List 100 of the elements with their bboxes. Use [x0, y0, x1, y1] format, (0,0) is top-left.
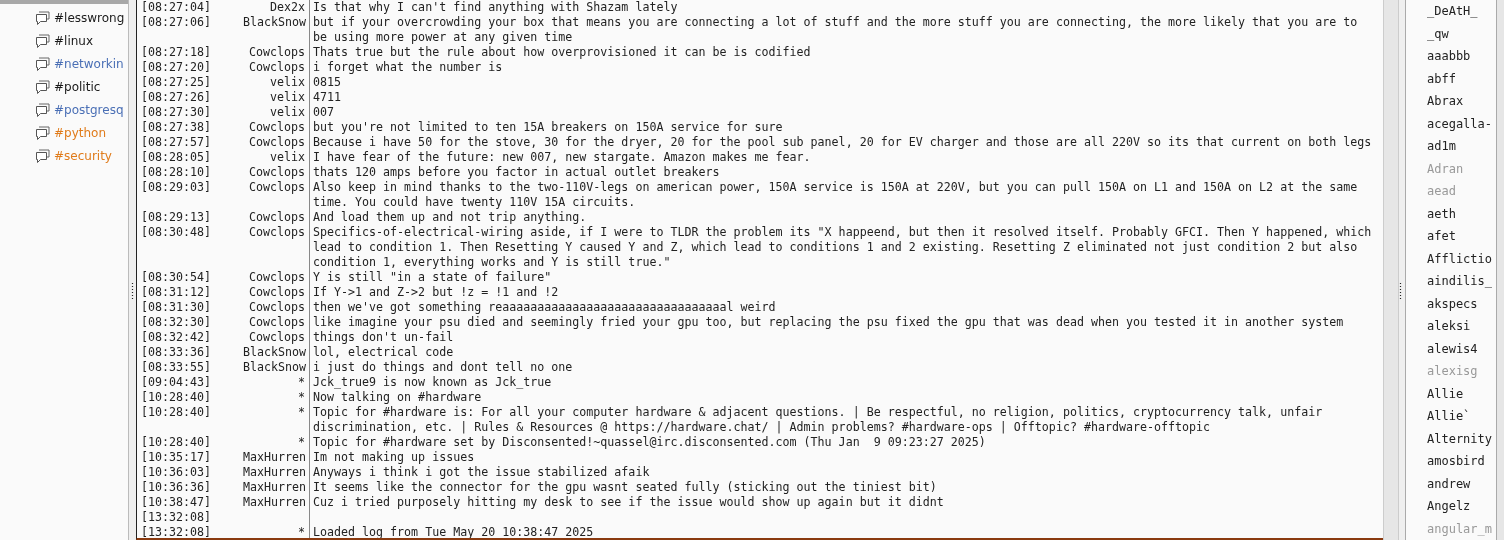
message-text: And load them up and not trip anything. — [313, 210, 587, 224]
message-text: 0815 — [313, 75, 342, 89]
message-text: Y is still "in a state of failure" — [313, 270, 552, 284]
channel-item[interactable]: #politic — [0, 75, 128, 98]
timestamp: [08:27:57] — [140, 135, 213, 150]
scrollbar[interactable] — [1383, 0, 1399, 540]
timestamp: [08:29:03] — [140, 180, 213, 196]
message-text: lol, electrical code — [313, 345, 454, 359]
channel-item[interactable]: #networkin — [0, 52, 128, 75]
user-nick[interactable]: ad1m — [1406, 135, 1496, 158]
message-text: Thats true but the rule about how overprovisioned it can be is codified — [313, 45, 811, 59]
message-sender: Cowclops — [248, 165, 305, 179]
message-text: Anyways i think i got the issue stabilized afaik — [313, 465, 650, 479]
message-sender: Cowclops — [248, 300, 305, 314]
message-sender: MaxHurren — [243, 495, 307, 509]
message-text: i forget what the number is — [313, 60, 503, 74]
channel-item[interactable]: #postgresq — [0, 98, 128, 121]
user-nick[interactable]: Abrax — [1406, 90, 1496, 113]
chat-bubbles-icon — [35, 125, 50, 140]
chat-bubbles-icon — [35, 102, 50, 117]
user-nick[interactable]: Alternity — [1406, 427, 1496, 450]
message-text: Im not making up issues — [313, 450, 475, 464]
user-nick[interactable]: aaabbb — [1406, 45, 1496, 68]
message-sender: velix — [269, 75, 305, 89]
user-nick[interactable]: aeth — [1406, 202, 1496, 225]
splitter-handle-icon[interactable] — [131, 283, 134, 301]
timestamp: [08:27:20] — [140, 60, 213, 75]
message-text: but if your overcrowding your box that means you are connecting a lot of stuff and the more stuff you are connecting, the more likely that you are to be using more power at any given time — [313, 15, 1359, 44]
chat-bubbles-icon — [35, 10, 50, 25]
user-nick[interactable]: _DeAtH_ — [1406, 0, 1496, 23]
message-text: Is that why I can't find anything with Shazam lately — [313, 0, 678, 14]
message-sender: velix — [269, 90, 305, 104]
timestamp: [08:27:38] — [140, 120, 213, 135]
message-sender: BlackSnow — [243, 360, 307, 374]
timestamp: [10:36:36] — [140, 480, 213, 495]
timestamp: [10:38:47] — [140, 495, 213, 510]
timestamp: [08:30:48] — [140, 225, 213, 241]
user-nick[interactable]: _qw — [1406, 22, 1496, 45]
message-sender: Cowclops — [248, 270, 305, 284]
chat-bubbles-icon — [35, 33, 50, 48]
timestamp: [10:28:40] — [140, 405, 213, 421]
user-nick[interactable]: afet — [1406, 225, 1496, 248]
splitter-handle-icon[interactable] — [1399, 283, 1402, 301]
timestamp: [09:04:43] — [140, 375, 213, 390]
message-text: It seems like the connector for the gpu wasnt seated fully (sticking out the tiniest bit) — [313, 480, 937, 494]
message-sender: * — [298, 375, 305, 389]
timestamp: [13:32:08] — [140, 510, 213, 525]
chat-bubbles-icon — [35, 79, 50, 94]
timestamp: [08:28:05] — [140, 150, 213, 165]
timestamp: [10:36:03] — [140, 465, 213, 480]
message-text: Loaded log from Tue May 20 10:38:47 2025 — [313, 525, 594, 538]
user-nick[interactable]: akspecs — [1406, 292, 1496, 315]
user-nick[interactable]: abff — [1406, 67, 1496, 90]
user-nick[interactable]: aindilis_ — [1406, 270, 1496, 293]
message-text: Now talking on #hardware — [313, 390, 482, 404]
message-text: 4711 — [313, 90, 342, 104]
user-nick[interactable]: aleksi — [1406, 315, 1496, 338]
user-nick[interactable]: amosbird — [1406, 450, 1496, 473]
user-nick[interactable]: Allie — [1406, 382, 1496, 405]
message-sender: BlackSnow — [243, 345, 307, 359]
message-sender: MaxHurren — [243, 450, 307, 464]
message-text: 007 — [313, 105, 335, 119]
message-text: thats 120 amps before you factor in actual outlet breakers — [313, 165, 720, 179]
timestamp: [13:32:08] — [140, 525, 213, 538]
channel-item[interactable]: #lesswrong — [0, 6, 128, 29]
message-text: Specifics-of-electrical-wiring aside, if I were to TLDR the problem its "X happeend, but then it resolved itself. Probably GFCI. Then Y happened, which lead to condition 1. Then Resetting Y caused Y and Z, which lead to conditions 1 and 2 existing. Resetting Z eliminated not just condition 2 but also condition 1, everything works and Y is still true." — [313, 225, 1373, 269]
timestamp: [10:28:40] — [140, 435, 213, 450]
message-sender: BlackSnow — [243, 15, 307, 29]
message-sender: Cowclops — [248, 180, 305, 194]
message-text: Topic for #hardware set by Disconsented!~quassel@irc.disconsented.com (Thu Jan 9 09:23:27 2025) — [313, 435, 986, 449]
timestamp: [08:30:54] — [140, 270, 213, 285]
message-sender: * — [298, 525, 305, 538]
message-sender: MaxHurren — [243, 465, 307, 479]
message-text: then we've got something reaaaaaaaaaaaaaaaaaaaaaaaaaaaaaaaal weird — [313, 300, 776, 314]
message-text: Cuz i tried purposely hitting my desk to see if the issue would show up again but it didnt — [313, 495, 944, 509]
user-nick[interactable]: andrew — [1406, 472, 1496, 495]
message-sender: Cowclops — [248, 225, 305, 239]
timestamp: [08:28:10] — [140, 165, 213, 180]
message-text: Also keep in mind thanks to the two-110V-legs on american power, 150A service is 150A at 220V, but you can pull 150A on L1 and 150A on L2 at the same time. You could have twenty 110V 15A circuits. — [313, 180, 1359, 209]
user-nick[interactable]: alewis4 — [1406, 337, 1496, 360]
user-nick[interactable]: Angelz — [1406, 495, 1496, 518]
user-nick[interactable]: Allie` — [1406, 405, 1496, 428]
message-sender: Cowclops — [248, 120, 305, 134]
message-sender: Cowclops — [248, 285, 305, 299]
timestamp: [08:31:12] — [140, 285, 213, 300]
user-nick[interactable]: Afflictio — [1406, 247, 1496, 270]
message-sender: Cowclops — [248, 60, 305, 74]
scrollbar[interactable] — [1497, 0, 1504, 540]
channel-item[interactable]: #linux — [0, 29, 128, 52]
message-sender: MaxHurren — [243, 480, 307, 494]
message-sender: velix — [269, 105, 305, 119]
message-sender: * — [298, 405, 305, 419]
timestamp: [08:27:25] — [140, 75, 213, 90]
timestamp: [08:32:30] — [140, 315, 213, 330]
message-sender: * — [298, 390, 305, 404]
message-sender: Cowclops — [248, 210, 305, 224]
message-sender: Cowclops — [248, 45, 305, 59]
message-text: Topic for #hardware is: For all your computer hardware & adjacent questions. | Be respectful, no religion, politics, cryptocurrency talk, unfair discrimination, etc. | Rules & Resources @ https://hardware.chat/ | Admin problems? #hardware-ops | Offtopic? #hardware-offtopic — [313, 405, 1324, 434]
timestamp: [08:27:06] — [140, 15, 213, 31]
user-nick[interactable]: acegalla- — [1406, 112, 1496, 135]
